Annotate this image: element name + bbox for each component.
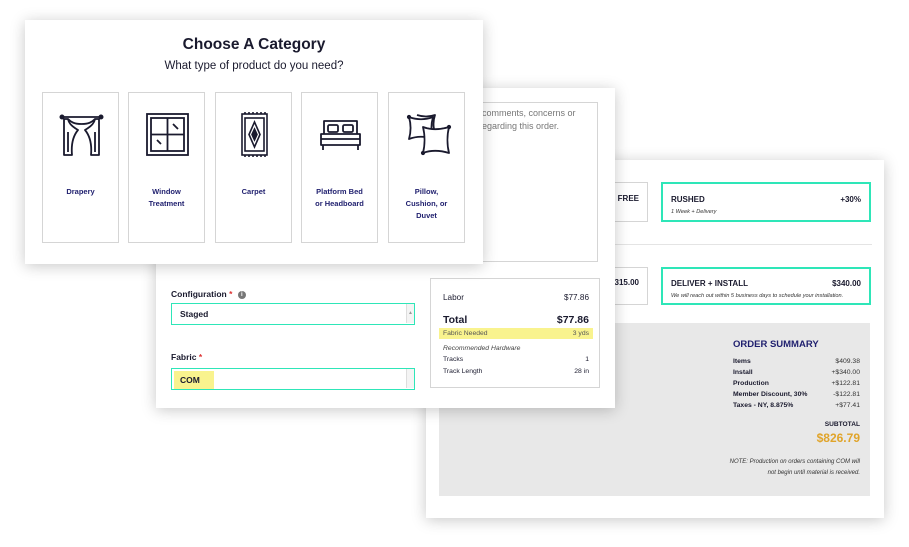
subtotal-value: $826.79 [816, 431, 860, 445]
page-subtitle: What type of product do you need? [164, 60, 344, 72]
tracks-label: Tracks [443, 356, 464, 363]
summary-row: Production +$122.81 [733, 380, 860, 387]
order-summary-title: ORDER SUMMARY [733, 339, 819, 350]
configuration-select[interactable]: Staged ▲ [171, 303, 415, 325]
summary-row-label: Taxes - NY, 8.875% [733, 402, 794, 409]
summary-row-value: -$122.81 [833, 391, 860, 398]
summary-row: Member Discount, 30% -$122.81 [733, 391, 860, 398]
rushed-title: RUSHED [671, 195, 705, 204]
category-label: Platform Bed or Headboard [315, 187, 364, 208]
total-row: Total $77.86 [443, 314, 589, 326]
rushed-price: +30% [840, 195, 861, 204]
tracks-value: 1 [585, 356, 589, 363]
summary-row-label: Items [733, 358, 751, 365]
summary-row-value: $409.38 [835, 358, 860, 365]
summary-row-value: +$122.81 [831, 380, 860, 387]
total-value: $77.86 [556, 314, 589, 326]
info-icon[interactable]: i [237, 290, 246, 299]
tracks-row: Tracks 1 [443, 356, 589, 363]
fabric-needed-row: Fabric Needed 3 yds [439, 328, 593, 339]
fabric-select[interactable]: COM [171, 368, 415, 390]
track-length-label: Track Length [443, 368, 483, 375]
category-label: Window Treatment [148, 187, 185, 208]
chevron-down-icon[interactable] [406, 369, 414, 388]
window-icon [146, 113, 189, 156]
pillow-icon [406, 114, 452, 156]
track-length-value: 28 in [574, 368, 589, 375]
summary-row-label: Member Discount, 30% [733, 391, 808, 398]
summary-row: Install +$340.00 [733, 369, 860, 376]
summary-row-label: Production [733, 380, 769, 387]
summary-row-value: +$340.00 [831, 369, 860, 376]
fabric-label: Fabric * [171, 352, 202, 362]
category-tile-pillow[interactable]: Pillow, Cushion, or Duvet [388, 92, 465, 243]
labor-value: $77.86 [563, 293, 589, 302]
chevron-down-icon[interactable]: ▲ [406, 304, 414, 323]
category-tile-bed[interactable]: Platform Bed or Headboard [301, 92, 378, 243]
standard-delivery-price: 315.00 [614, 278, 639, 287]
deliver-install-price: $340.00 [832, 279, 861, 288]
summary-row-value: +$77.41 [835, 402, 860, 409]
required-mark: * [229, 289, 233, 299]
fabric-needed-label: Fabric Needed [443, 330, 488, 337]
category-tile-drapery[interactable]: Drapery [42, 92, 119, 243]
category-tile-window[interactable]: Window Treatment [128, 92, 205, 243]
comments-placeholder: comments, concerns or egarding this orde… [482, 108, 576, 131]
subtotal-label: SUBTOTAL [824, 421, 860, 428]
deliver-install-title: DELIVER + INSTALL [671, 279, 748, 288]
carpet-icon [241, 112, 268, 157]
deliver-install-subtext: We will reach out within 5 business days… [671, 293, 844, 299]
summary-row-label: Install [733, 369, 753, 376]
category-chooser-card: Choose A Category What type of product d… [25, 20, 483, 264]
category-label: Drapery [66, 187, 95, 196]
price-breakdown: Labor $77.86 Total $77.86 Fabric Needed … [430, 278, 600, 388]
configuration-label-text: Configuration [171, 289, 227, 299]
category-tile-carpet[interactable]: Carpet [215, 92, 292, 243]
category-label: Pillow, Cushion, or Duvet [405, 187, 448, 220]
labor-label: Labor [443, 293, 464, 302]
com-production-note: NOTE: Production on orders containing CO… [729, 459, 860, 476]
fabric-value: COM [174, 371, 214, 389]
summary-row: Taxes - NY, 8.875% +$77.41 [733, 402, 860, 409]
required-mark: * [198, 352, 203, 362]
fabric-needed-value: 3 yds [572, 330, 589, 337]
free-price: FREE [617, 194, 639, 203]
summary-row: Items $409.38 [733, 358, 860, 365]
configuration-value: Staged [180, 309, 209, 319]
track-length-row: Track Length 28 in [443, 368, 589, 375]
hardware-title: Recommended Hardware [443, 345, 521, 352]
page-title: Choose A Category [182, 36, 326, 53]
shipping-option-rushed[interactable]: RUSHED +30% 1 Week + Delivery [661, 182, 871, 222]
rushed-subtext: 1 Week + Delivery [671, 209, 717, 215]
category-label: Carpet [241, 187, 266, 196]
labor-row: Labor $77.86 [443, 293, 589, 302]
bed-icon [320, 120, 361, 150]
fabric-label-text: Fabric [171, 352, 197, 362]
drapery-icon [59, 114, 104, 156]
delivery-option-install[interactable]: DELIVER + INSTALL $340.00 We will reach … [661, 267, 871, 305]
total-label: Total [443, 314, 468, 326]
configuration-label: Configuration * i [171, 289, 246, 299]
